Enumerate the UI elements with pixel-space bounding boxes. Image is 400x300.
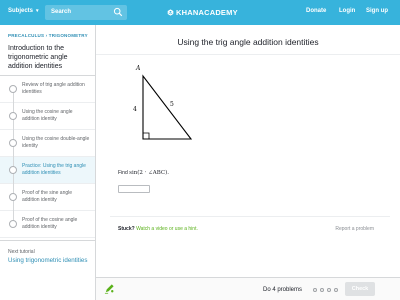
subjects-menu[interactable]: Subjects ▾ [8,8,39,14]
next-tutorial-label: Next tutorial [8,249,35,255]
video-step-icon [9,139,17,147]
exercise-panel: Using the trig angle addition identities… [96,25,400,300]
tutorial-step[interactable]: Using the cosine double-angle identity [0,130,95,157]
logo-text: KHANACADEMY [176,8,238,17]
video-step-icon [9,112,17,120]
progress-dot [334,288,338,292]
progress-dot [327,288,331,292]
step-label: Using the cosine angle addition identity [22,109,73,122]
progress-dot [313,288,317,292]
search-box[interactable]: Search [45,5,127,20]
next-tutorial: Next tutorial Using trigonometric identi… [0,240,95,272]
step-label: Practice: Using the trig angle addition … [22,163,86,176]
donate-link[interactable]: Donate [306,8,326,14]
search-input[interactable]: Search [51,9,71,15]
subjects-label: Subjects [8,8,34,14]
search-icon[interactable] [113,7,123,17]
check-button[interactable]: Check [345,282,375,296]
stuck-label: Stuck? [118,226,135,232]
exercise-footer: Do 4 problems Check [96,277,400,300]
breadcrumb[interactable]: PRECALCULUS › TRIGONOMETRY [8,33,88,38]
right-triangle [142,74,193,140]
vertex-a-label: A [135,65,141,72]
hint-link[interactable]: Watch a video or use a hint. [136,226,198,232]
login-link[interactable]: Login [339,8,355,14]
progress-dots [313,288,338,292]
top-nav-bar: Subjects ▾ Search KHANACADEMY Donate Log… [0,0,400,25]
scratchpad-pencil-icon[interactable] [104,283,115,294]
question-prefix: Find [118,170,128,176]
report-problem-link[interactable]: Report a problem [335,226,374,232]
side-ab-label: 5 [170,101,174,108]
tutorial-sidebar: PRECALCULUS › TRIGONOMETRY Introduction … [0,25,96,300]
question-math: sin(2 · ∠ABC). [129,170,169,176]
triangle-figure: A C B 4 5 3 [130,62,210,150]
leaf-icon [167,9,174,16]
progress-dot [320,288,324,292]
khan-academy-logo[interactable]: KHANACADEMY [167,8,238,17]
tutorial-steps: Review of trig angle addition identities… [0,75,95,238]
tutorial-step[interactable]: Proof of the sine angle addition identit… [0,184,95,211]
exercise-title: Using the trig angle addition identities [177,37,319,47]
step-label: Proof of the cosine angle addition ident… [22,217,78,230]
step-label: Proof of the sine angle addition identit… [22,190,73,203]
video-step-icon [9,220,17,228]
question-text: Find sin(2 · ∠ABC). [118,170,169,176]
tutorial-title: Introduction to the trigonometric angle … [8,45,68,70]
video-step-icon [9,85,17,93]
side-ac-label: 4 [133,106,137,113]
triangle-diagram: A C B 4 5 3 [132,65,198,150]
answer-input[interactable] [118,185,150,193]
right-angle-marker [143,132,150,139]
tutorial-step[interactable]: Review of trig angle addition identities [0,76,95,103]
video-step-icon [9,193,17,201]
tutorial-step[interactable]: Proof of the cosine angle addition ident… [0,211,95,238]
problem-count-label: Do 4 problems [263,287,303,293]
step-label: Review of trig angle addition identities [22,82,85,95]
tutorial-step[interactable]: Using the cosine angle addition identity [0,103,95,130]
next-tutorial-link[interactable]: Using trigonometric identities [8,257,90,264]
stuck-prompt: Stuck? Watch a video or use a hint. [118,226,198,232]
exercise-step-icon [9,166,17,174]
tutorial-step-active[interactable]: Practice: Using the trig angle addition … [0,157,95,184]
step-label: Using the cosine double-angle identity [22,136,90,149]
divider [110,216,390,217]
divider [96,54,400,55]
signup-link[interactable]: Sign up [366,8,388,14]
chevron-down-icon: ▾ [36,8,39,14]
